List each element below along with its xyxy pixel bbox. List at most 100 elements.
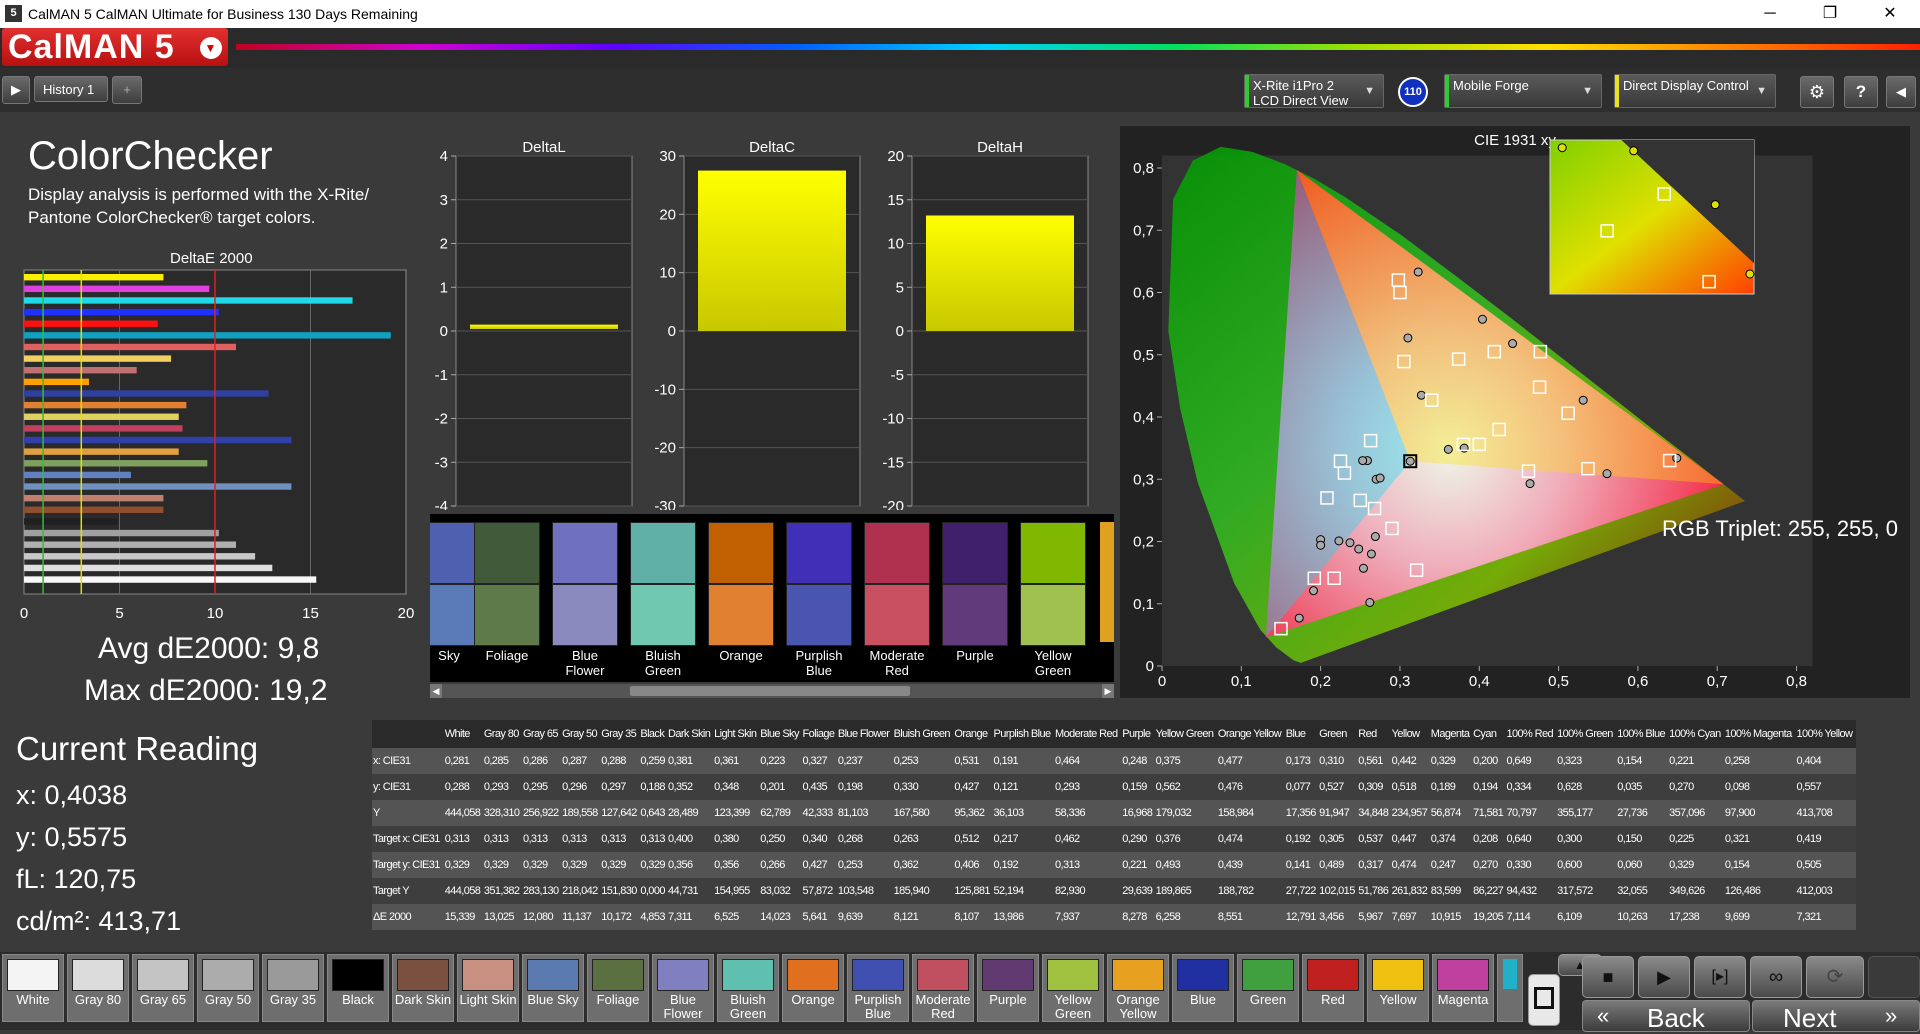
table-cell: 0,329 [639,852,667,878]
measured-point [1366,549,1376,559]
color-swatch-moderate-red[interactable]: Moderate Red [912,954,974,1022]
refresh-button[interactable]: ⟳ [1806,956,1864,998]
table-cell: 0,435 [801,774,837,800]
color-swatch-blue-flower[interactable]: Blue Flower [652,954,714,1022]
color-swatch-green[interactable]: Green [1237,954,1299,1022]
table-cell: 0,329 [1429,748,1473,774]
color-swatch-purple[interactable]: Purple [977,954,1039,1022]
color-swatch-orange-yellow[interactable]: Orange Yellow [1107,954,1169,1022]
swatch-foliage[interactable]: Foliage [474,522,540,682]
scroll-thumb[interactable] [630,686,910,696]
swatch-chip [1437,959,1489,991]
meter-count-badge[interactable]: 110 [1398,77,1428,107]
color-swatch-bluish-green[interactable]: Bluish Green [717,954,779,1022]
next-button[interactable]: Next » [1752,1000,1920,1033]
spare-button[interactable] [1868,956,1920,998]
minimize-button[interactable]: ─ [1740,0,1800,28]
table-cell: 0,313 [1054,852,1122,878]
meter-selector[interactable]: X-Rite i1Pro 2 LCD Direct View ▼ [1244,74,1384,108]
swatch-name: Blue [1189,992,1217,1007]
color-swatch-white[interactable]: White [2,954,64,1022]
scroll-left-icon[interactable]: ◀ [430,684,442,698]
table-cell: 91,947 [1318,800,1358,826]
read-single-button[interactable] [1528,974,1560,1026]
de-bar [24,553,256,560]
delta-y-tick: 1 [440,279,448,296]
swatch-chip [462,959,514,991]
column-header: Black [640,728,665,740]
color-swatch-blue[interactable]: Blue [1172,954,1234,1022]
close-button[interactable]: ✕ [1860,0,1920,28]
table-cell: 0,330 [892,774,954,800]
color-swatch-blue-sky[interactable]: Blue Sky [522,954,584,1022]
swatch-bluish-green[interactable]: Bluish Green [630,522,696,682]
maximize-button[interactable]: ❐ [1800,0,1860,28]
continuous-read-button[interactable]: ∞ [1750,956,1802,998]
add-tab-button[interactable]: + [112,76,142,104]
color-swatch-foliage[interactable]: Foliage [587,954,649,1022]
swatch-chip [7,959,59,991]
swatch-name: Black [342,992,374,1007]
swatch-name: Orange Yellow [1116,992,1160,1021]
color-swatch-gray-65[interactable]: Gray 65 [132,954,194,1022]
de-bar [24,518,118,525]
color-swatch-black[interactable]: Black [327,954,389,1022]
color-swatch-gray-80[interactable]: Gray 80 [67,954,129,1022]
table-cell: 179,032 [1154,800,1217,826]
tab-history-1[interactable]: History 1 [34,76,108,102]
swatch-purplish-blue[interactable]: Purplish Blue [786,522,852,682]
swatch-purple[interactable]: Purple [942,522,1008,682]
swatch-orange[interactable]: Orange [708,522,774,682]
row-label: x: CIE31 [372,748,444,774]
table-cell: 0,268 [836,826,893,852]
table-cell: 0,237 [836,748,893,774]
swatch-yellow-green[interactable]: Yellow Green [1020,522,1086,682]
current-reading-title: Current Reading [16,730,259,767]
color-swatch-magenta[interactable]: Magenta [1432,954,1494,1022]
color-swatch-yellow[interactable]: Yellow [1367,954,1429,1022]
back-button[interactable]: « Back [1582,1000,1750,1033]
description-line-1: Display analysis is performed with the X… [28,185,370,204]
table-cell: 95,362 [953,800,993,826]
swatch-blue-flower[interactable]: Blue Flower [552,522,618,682]
measured-point [1477,314,1487,324]
description-line-2: Pantone ColorChecker® target colors. [28,208,316,227]
help-button[interactable]: ? [1844,76,1878,108]
color-swatch-light-skin[interactable]: Light Skin [457,954,519,1022]
color-swatch-orange[interactable]: Orange [782,954,844,1022]
display-selector[interactable]: Direct Display Control ▼ [1614,74,1776,108]
color-swatch-red[interactable]: Red [1302,954,1364,1022]
table-cell: 27,722 [1284,878,1319,904]
color-swatch-gray-50[interactable]: Gray 50 [197,954,259,1022]
play-workflow-button[interactable]: ▶ [2,76,30,104]
read-series-button[interactable]: [▸] [1694,956,1746,998]
cie-y-tick: 0,5 [1133,347,1154,364]
table-cell: 127,642 [600,800,640,826]
collapse-panel-button[interactable]: ◀ [1886,76,1916,108]
scroll-right-icon[interactable]: ▶ [1102,684,1114,698]
stop-icon: ■ [1602,967,1614,987]
back-label: Back [1647,1003,1705,1033]
table-cell: 13,025 [482,904,522,930]
stop-button[interactable]: ■ [1582,956,1634,998]
source-selector[interactable]: Mobile Forge ▼ [1444,74,1602,108]
color-swatch-dark-skin[interactable]: Dark Skin [392,954,454,1022]
rainbow-divider [236,44,1920,50]
delta-bar [698,170,846,331]
color-swatch-partial[interactable] [1497,954,1523,1022]
color-swatch-yellow-green[interactable]: Yellow Green [1042,954,1104,1022]
color-swatch-purplish-blue[interactable]: Purplish Blue [847,954,909,1022]
swatch-moderate-red[interactable]: Moderate Red [864,522,930,682]
table-cell: 4,853 [639,904,667,930]
table-cell: 0,159 [1121,774,1155,800]
table-cell: 0,427 [801,852,837,878]
color-swatch-gray-35[interactable]: Gray 35 [262,954,324,1022]
calman-logo-menu[interactable]: CalMAN 5 ▼ [2,28,228,66]
play-button[interactable]: ▶ [1638,956,1690,998]
chevron-down-icon: ▼ [1582,85,1593,97]
settings-button[interactable]: ⚙ [1800,76,1834,108]
swatch-scrollbar[interactable]: ◀ ▶ [430,684,1114,698]
table-cell: 0,334 [1505,774,1557,800]
table-cell: 51,786 [1357,878,1391,904]
table-cell: 0,640 [1505,826,1557,852]
